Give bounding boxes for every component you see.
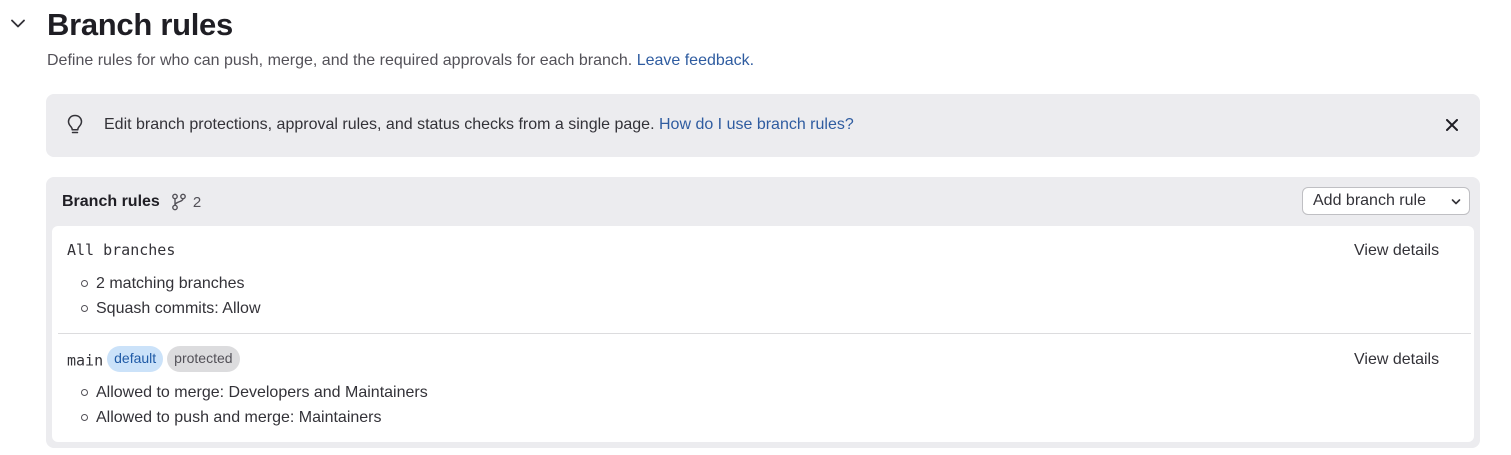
close-icon — [1446, 119, 1458, 131]
view-details-link[interactable]: View details — [1354, 241, 1439, 261]
card-title: Branch rules — [62, 193, 160, 210]
alert-text: Edit branch protections, approval rules,… — [104, 116, 655, 133]
section-description: Define rules for who can push, merge, an… — [47, 51, 754, 71]
leave-feedback-link[interactable]: Leave feedback. — [637, 52, 754, 69]
chevron-down-icon — [11, 19, 25, 27]
rule-detail: Squash commits: Allow — [81, 296, 261, 321]
collapse-section-button[interactable] — [8, 13, 28, 33]
rule-details: Allowed to merge: Developers and Maintai… — [81, 380, 428, 430]
rule-details: 2 matching branches Squash commits: Allo… — [81, 271, 261, 321]
card-header: Branch rules 2 — [62, 191, 201, 213]
chevron-down-icon — [1451, 199, 1461, 205]
info-alert: Edit branch protections, approval rules,… — [46, 94, 1480, 157]
view-details-link[interactable]: View details — [1354, 350, 1439, 370]
lightbulb-icon — [67, 114, 83, 134]
page-title: Branch rules — [47, 7, 233, 42]
how-to-use-branch-rules-link[interactable]: How do I use branch rules? — [659, 116, 854, 133]
divider — [58, 333, 1471, 334]
branch-rules-card: Branch rules 2 Add branch rule All branc… — [46, 177, 1480, 448]
add-branch-rule-label: Add branch rule — [1313, 192, 1426, 209]
rule-detail: 2 matching branches — [81, 271, 261, 296]
rule-detail: Allowed to push and merge: Maintainers — [81, 405, 428, 430]
branch-icon — [171, 193, 186, 211]
dismiss-alert-button[interactable] — [1442, 115, 1462, 135]
alert-message: Edit branch protections, approval rules,… — [104, 115, 854, 135]
description-text: Define rules for who can push, merge, an… — [47, 52, 633, 69]
default-badge: default — [107, 346, 164, 372]
protected-badge: protected — [167, 346, 240, 372]
branch-rules-list: All branches View details 2 matching bra… — [52, 226, 1474, 442]
rule-detail: Allowed to merge: Developers and Maintai… — [81, 380, 428, 405]
rule-name: All branches — [67, 240, 175, 260]
branch-name: main — [67, 351, 104, 370]
add-branch-rule-button[interactable]: Add branch rule — [1302, 187, 1470, 215]
branch-name: All branches — [67, 241, 176, 259]
branch-rule-count: 2 — [192, 193, 202, 211]
rule-name: main default protected — [67, 346, 240, 374]
